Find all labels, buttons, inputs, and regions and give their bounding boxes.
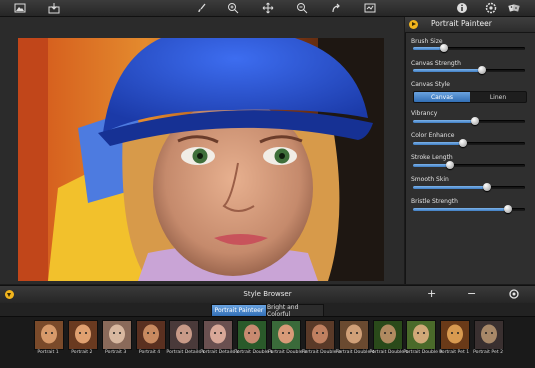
style-thumbnail-label: Portrait Double 2 <box>267 350 307 355</box>
style-thumbnail-label: Portrait Details 2 <box>200 350 239 355</box>
canvas-style-segmented-control: Canvas Linen <box>413 91 527 103</box>
stroke-length-label: Stroke Length <box>411 154 453 161</box>
panel-header: Portrait Painteer <box>405 17 535 33</box>
style-thumbnail[interactable] <box>67 320 98 350</box>
style-thumbnail-label: Portrait Double 3 <box>301 350 341 355</box>
style-thumbnail[interactable] <box>270 320 301 350</box>
slider-knob[interactable] <box>482 183 491 191</box>
brush-size-slider[interactable] <box>413 44 525 52</box>
style-thumbnail[interactable] <box>203 320 234 350</box>
style-thumbnail-label: Portrait 2 <box>71 350 93 355</box>
slider-knob[interactable] <box>445 161 454 169</box>
painted-portrait-image[interactable] <box>18 38 384 281</box>
style-thumbnail-label: Portrait Pet 2 <box>473 350 504 355</box>
panel-title: Portrait Painteer <box>431 19 492 28</box>
style-thumbnail-label: Portrait Double 6 <box>403 350 443 355</box>
remove-style-button[interactable]: − <box>467 288 476 300</box>
settings-icon[interactable] <box>484 1 498 15</box>
save-image-icon[interactable] <box>47 1 61 15</box>
compare-icon[interactable] <box>363 1 377 15</box>
stroke-length-slider[interactable] <box>413 161 525 169</box>
zoom-out-icon[interactable] <box>295 1 309 15</box>
canvas-style-linen-option[interactable]: Linen <box>470 92 526 102</box>
smooth-skin-slider[interactable] <box>413 183 525 191</box>
bristle-strength-slider[interactable] <box>413 205 525 213</box>
info-icon[interactable] <box>455 1 469 15</box>
style-thumbnail[interactable] <box>440 320 471 350</box>
color-enhance-slider[interactable] <box>413 139 525 147</box>
style-thumbnail-label: Portrait Double 5 <box>369 350 409 355</box>
vibrancy-label: Vibrancy <box>411 110 438 117</box>
bristle-strength-label: Bristle Strength <box>411 198 458 205</box>
style-thumbnail-label: Portrait 1 <box>37 350 59 355</box>
style-thumbnail[interactable] <box>101 320 132 350</box>
style-thumbnail-label: Portrait 4 <box>138 350 161 355</box>
style-browser-title: Style Browser <box>243 290 292 298</box>
randomize-icon[interactable] <box>507 1 521 15</box>
style-thumbnail-label: Portrait 3 <box>105 350 127 355</box>
style-thumbnail[interactable] <box>372 320 403 350</box>
style-thumbnail[interactable] <box>34 320 64 350</box>
slider-knob[interactable] <box>470 117 479 125</box>
settings-panel <box>405 17 535 284</box>
panel-collapse-icon[interactable] <box>409 20 418 29</box>
zoom-in-icon[interactable] <box>226 1 240 15</box>
style-thumbnail[interactable] <box>237 320 268 350</box>
redo-icon[interactable] <box>329 1 343 15</box>
style-thumbnail[interactable] <box>406 320 437 350</box>
vibrancy-slider[interactable] <box>413 117 525 125</box>
style-browser-bar: Style Browser + − <box>0 285 535 303</box>
brush-tool-icon[interactable] <box>195 1 209 15</box>
open-image-icon[interactable] <box>13 1 27 15</box>
canvas-strength-slider[interactable] <box>413 66 525 74</box>
style-thumbnail-label: Portrait Double 4 <box>335 350 375 355</box>
pan-tool-icon[interactable] <box>261 1 275 15</box>
style-thumbnail[interactable] <box>135 320 166 350</box>
top-toolbar <box>0 0 535 17</box>
add-style-button[interactable]: + <box>427 288 436 300</box>
smooth-skin-label: Smooth Skin <box>411 176 449 183</box>
canvas-style-canvas-option[interactable]: Canvas <box>414 92 470 102</box>
style-tabs-row: Portrait Painteer Bright and Colorful <box>0 303 535 318</box>
brush-size-label: Brush Size <box>411 38 443 45</box>
style-thumbnail[interactable] <box>474 320 505 350</box>
style-thumbnail[interactable] <box>169 320 200 350</box>
style-thumbnail-label: Portrait Details 1 <box>166 350 206 355</box>
canvas-style-label: Canvas Style <box>411 81 450 88</box>
style-options-icon[interactable] <box>509 289 519 302</box>
style-thumbnail[interactable] <box>304 320 335 350</box>
style-thumbnail-label: Portrait Pet 1 <box>439 350 470 355</box>
style-thumbnail-label: Portrait Double 1 <box>234 350 274 355</box>
style-thumbnail[interactable] <box>338 320 369 350</box>
canvas-strength-label: Canvas Strength <box>411 60 461 67</box>
color-enhance-label: Color Enhance <box>411 132 455 139</box>
